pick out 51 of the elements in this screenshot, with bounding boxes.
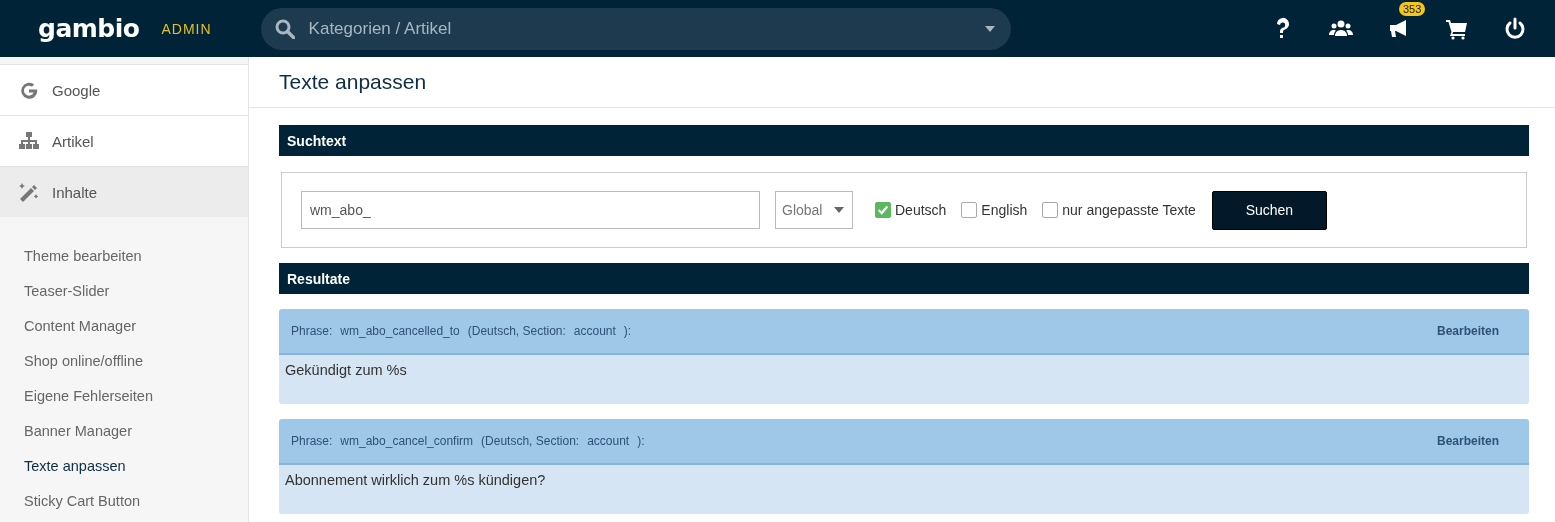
checkbox-label: nur angepasste Texte [1062,202,1196,218]
closing-paren: ): [623,324,632,338]
logo[interactable]: gambio [38,14,140,43]
sidebar-link[interactable]: Banner Manager [0,413,248,448]
scope-dropdown[interactable]: Global [775,191,853,229]
sidebar-link[interactable]: Content Manager [0,308,248,343]
checkbox[interactable] [875,202,891,218]
search-button[interactable]: Suchen [1211,190,1327,230]
notification-count: 353 [1399,1,1426,16]
power-icon[interactable] [1503,16,1527,41]
caret-icon [984,25,995,32]
sidebar-item-label: Google [52,81,101,99]
sidebar-item[interactable]: Artikel [0,115,248,166]
admin-label: ADMIN [161,20,212,37]
closing-paren: ): [637,434,645,448]
result-text: Gekündigt zum %s [279,355,1529,404]
search-text-field[interactable]: wm_abo_ [301,191,760,229]
sidebar-item[interactable]: Google [0,64,248,115]
phrase-label: Phrase: [291,434,333,448]
section-header: Suchtext [279,125,1529,156]
checkbox[interactable] [961,202,978,218]
magic-wand-icon [18,181,40,203]
sidebar-item[interactable]: Inhalte [0,166,248,217]
section-name: account [587,434,630,448]
search-bar[interactable]: Kategorien / Artikel [260,7,1011,50]
result-text: Abonnement wirklich zum %s kündigen? [279,465,1529,514]
checkbox-label: English [981,202,1028,218]
edit-button[interactable]: Bearbeiten [1430,323,1505,339]
caret-icon [834,207,844,213]
page-title: Texte anpassen [249,57,1555,108]
section-header: Resultate [279,263,1529,294]
phrase-key: wm_abo_cancel_confirm [340,434,474,448]
checkbox-label: Deutsch [895,202,947,218]
phrase-key: wm_abo_cancelled_to [340,324,460,338]
sidebar-item-label: Artikel [52,132,94,150]
checkbox[interactable] [1042,202,1059,218]
sidebar-link[interactable]: Shop online/offline [0,343,248,378]
sidebar-link[interactable]: Texte anpassen [0,448,248,483]
language-section-label: (Deutsch, Section: [481,434,580,448]
sidebar-item-label: Inhalte [52,183,98,201]
search-icon [274,18,295,39]
section-name: account [573,324,616,338]
sidebar-link[interactable]: Eigene Fehlerseiten [0,378,248,413]
phrase-label: Phrase: [291,324,333,338]
sidebar-link[interactable]: Sticky Cart Button [0,483,248,518]
edit-button[interactable]: Bearbeiten [1430,433,1505,449]
search-field[interactable]: Kategorien / Artikel [306,17,985,40]
language-section-label: (Deutsch, Section: [467,324,566,338]
sidebar-link[interactable]: Teaser-Slider [0,273,248,308]
sitemap-icon [18,130,40,152]
sidebar-link[interactable]: Theme bearbeiten [0,238,248,273]
